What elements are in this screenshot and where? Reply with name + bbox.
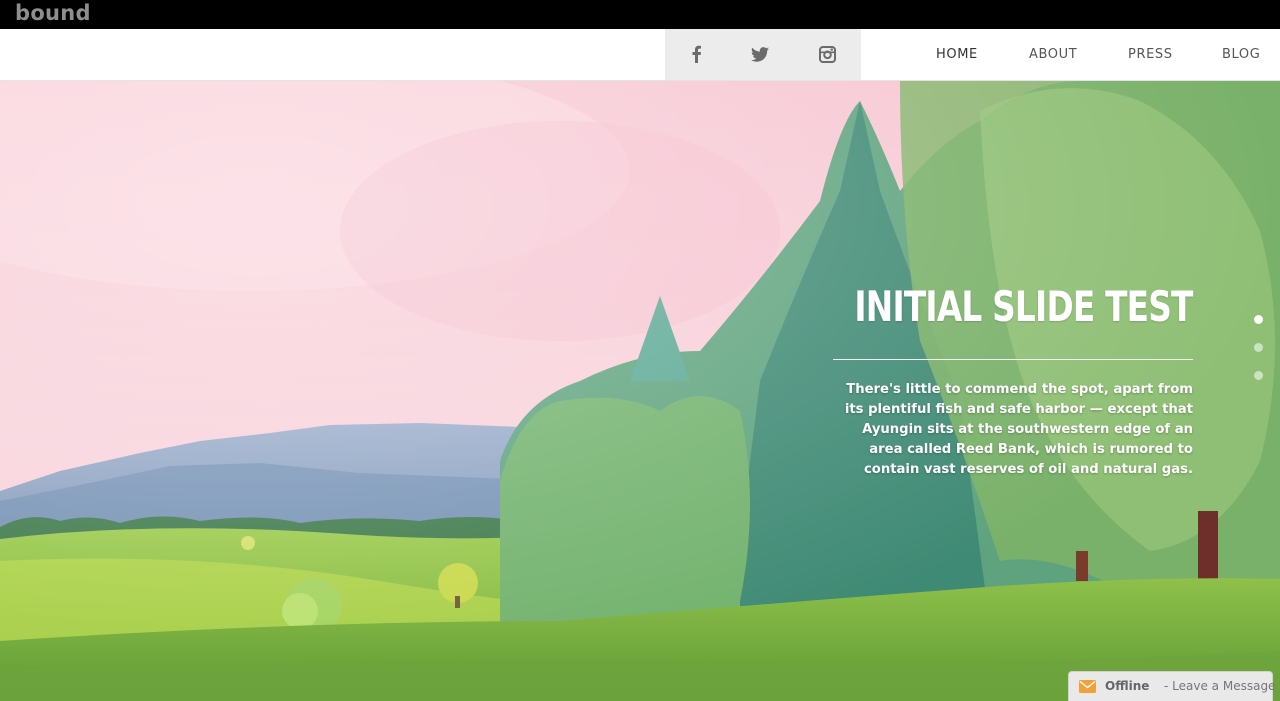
- instagram-icon[interactable]: [816, 43, 838, 65]
- top-bar: bound: [0, 0, 1280, 29]
- chat-separator: -: [1164, 679, 1169, 693]
- chat-message-label: Leave a Message: [1172, 679, 1276, 693]
- nav-home[interactable]: HOME: [936, 47, 978, 62]
- envelope-icon: [1079, 680, 1096, 693]
- hero-slider: INITIAL SLIDE TEST There's little to com…: [0, 81, 1280, 701]
- nav-press[interactable]: PRESS: [1128, 47, 1173, 62]
- facebook-icon[interactable]: [685, 43, 707, 65]
- slide-dot-2[interactable]: [1254, 343, 1263, 352]
- offline-chat-widget[interactable]: Offline - Leave a Message: [1068, 671, 1275, 701]
- slide-description: There's little to commend the spot, apar…: [844, 382, 1193, 477]
- slider-pagination: [1254, 315, 1263, 399]
- twitter-icon[interactable]: [749, 43, 771, 65]
- main-navbar: HOME ABOUT PRESS BLOG: [0, 29, 1280, 81]
- slide-dot-1[interactable]: [1254, 315, 1263, 324]
- chat-message: - Leave a Message: [1164, 679, 1275, 693]
- slide-dot-3[interactable]: [1254, 371, 1263, 380]
- brand-logo[interactable]: bound: [15, 1, 91, 25]
- nav-about[interactable]: ABOUT: [1029, 47, 1077, 62]
- chat-status: Offline: [1105, 679, 1150, 693]
- nav-blog[interactable]: BLOG: [1222, 47, 1260, 62]
- slide-title: INITIAL SLIDE TEST: [854, 282, 1194, 331]
- slide-divider: [833, 359, 1193, 360]
- social-links: [665, 29, 861, 80]
